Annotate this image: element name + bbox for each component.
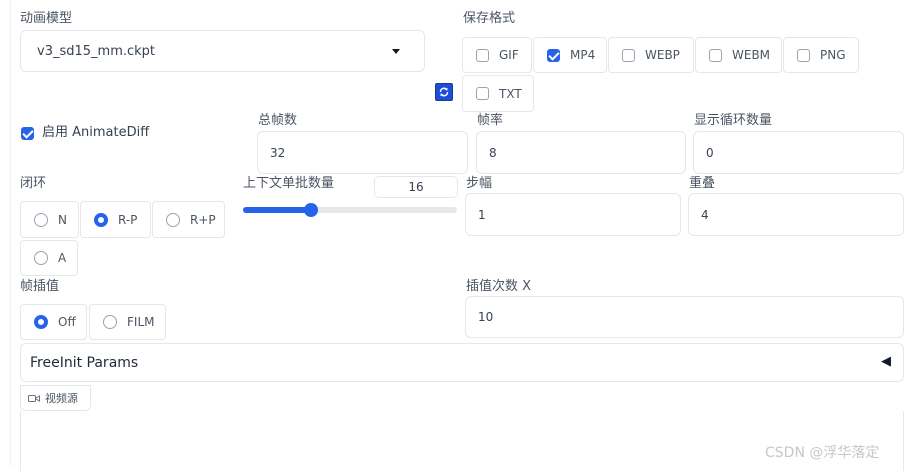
format-label: GIF [499, 48, 519, 62]
context-batch-slider[interactable] [243, 203, 457, 217]
model-value: v3_sd15_mm.ckpt [37, 43, 156, 59]
format-label: WEBM [732, 48, 771, 62]
format-label: TXT [499, 86, 522, 101]
format-label: MP4 [570, 48, 596, 62]
model-label: 动画模型 [20, 11, 73, 26]
total-frames-input[interactable]: 32 [257, 131, 468, 174]
option-label: A [58, 251, 67, 265]
refresh-button[interactable] [435, 83, 453, 101]
format-option-webm[interactable]: WEBM [695, 37, 782, 73]
option-label: R-P [118, 212, 138, 227]
closed-loop-option-a[interactable]: A [20, 240, 78, 276]
save-format-label: 保存格式 [463, 11, 516, 26]
radio-rp[interactable] [94, 212, 108, 227]
interp-x-label: 插值次数 X [466, 279, 532, 294]
left-divider [10, 0, 11, 466]
stride-label: 步幅 [466, 176, 493, 191]
radio-off[interactable] [34, 315, 48, 329]
checkbox-webm[interactable] [709, 48, 722, 62]
watermark: CSDN @浮华落定 [765, 445, 880, 461]
slider-thumb[interactable] [304, 203, 319, 217]
checkbox-png[interactable] [797, 48, 810, 62]
collapse-arrow-icon: ◀ [881, 354, 891, 369]
context-batch-label: 上下文单批数量 [243, 176, 335, 191]
interp-option-film[interactable]: FILM [89, 304, 166, 340]
option-label: R+P [190, 212, 216, 227]
closed-loop-label: 闭环 [20, 176, 47, 191]
checkbox-txt[interactable] [476, 87, 489, 100]
context-batch-number[interactable]: 16 [374, 176, 458, 198]
enable-checkbox[interactable] [21, 126, 34, 140]
format-option-png[interactable]: PNG [783, 37, 859, 73]
closed-loop-option-rp[interactable]: R-P [80, 201, 151, 238]
overlap-label: 重叠 [689, 176, 716, 191]
format-label: WEBP [645, 48, 680, 62]
closed-loop-option-rplus[interactable]: R+P [152, 201, 225, 238]
chevron-down-icon [392, 49, 400, 54]
total-frames-label: 总帧数 [258, 113, 298, 128]
refresh-icon [439, 87, 449, 97]
enable-label: 启用 AnimateDiff [42, 125, 150, 140]
video-source-tab[interactable]: 视频源 [20, 385, 91, 411]
enable-animatediff[interactable]: 启用 AnimateDiff [21, 125, 149, 141]
stride-input[interactable]: 1 [465, 193, 681, 236]
format-option-webp[interactable]: WEBP [608, 37, 694, 73]
overlap-input[interactable]: 4 [688, 193, 904, 236]
checkbox-webp[interactable] [622, 48, 635, 62]
loop-count-input[interactable]: 0 [693, 131, 904, 174]
radio-rplus[interactable] [166, 212, 180, 227]
option-label: Off [58, 315, 76, 329]
checkbox-mp4[interactable] [547, 48, 560, 62]
video-camera-icon [28, 394, 40, 402]
closed-loop-option-n[interactable]: N [20, 201, 79, 238]
video-source-label: 视频源 [45, 392, 78, 405]
format-option-txt[interactable]: TXT [462, 75, 534, 112]
video-source-panel [20, 411, 904, 471]
fps-input[interactable]: 8 [476, 131, 686, 174]
interp-option-off[interactable]: Off [20, 304, 87, 340]
option-label: FILM [127, 315, 155, 329]
checkbox-gif[interactable] [476, 48, 489, 62]
freeinit-label: FreeInit Params [30, 354, 139, 371]
format-option-gif[interactable]: GIF [462, 37, 532, 73]
model-select[interactable]: v3_sd15_mm.ckpt [20, 30, 425, 72]
radio-a[interactable] [34, 251, 48, 265]
slider-fill [243, 207, 312, 213]
loop-count-label: 显示循环数量 [694, 113, 773, 128]
freeinit-accordion[interactable]: FreeInit Params ◀ [20, 343, 904, 382]
interp-label: 帧插值 [20, 279, 60, 294]
option-label: N [58, 212, 67, 227]
radio-n[interactable] [34, 212, 48, 227]
fps-label: 帧率 [477, 113, 504, 128]
radio-film[interactable] [103, 315, 117, 329]
format-label: PNG [820, 48, 846, 62]
format-option-mp4[interactable]: MP4 [533, 37, 607, 73]
interp-x-input[interactable]: 10 [465, 296, 904, 338]
